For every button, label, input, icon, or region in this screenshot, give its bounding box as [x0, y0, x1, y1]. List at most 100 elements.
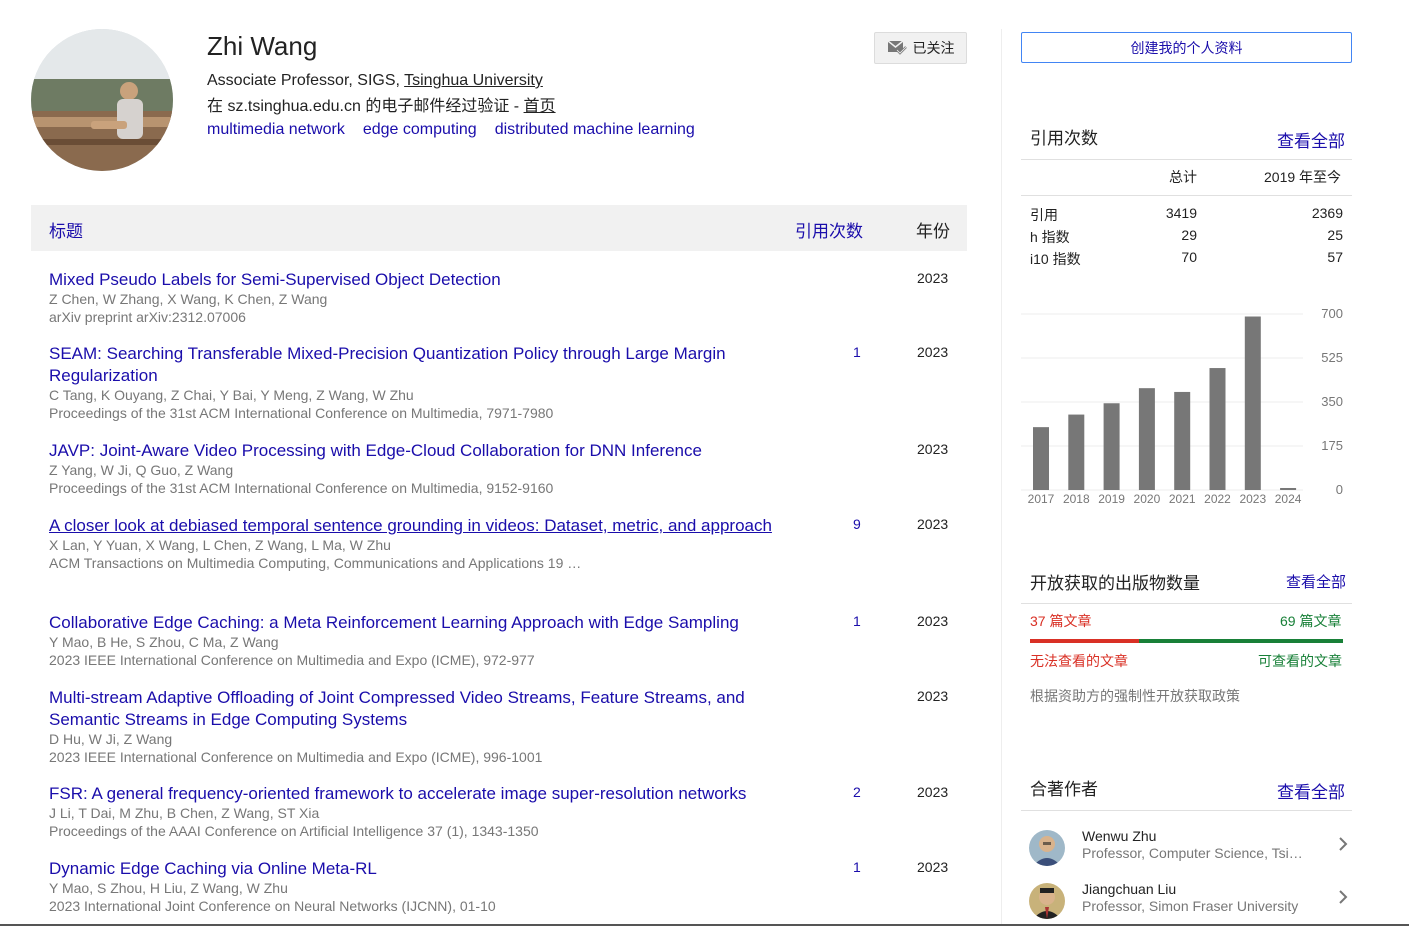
coauthor-affiliation: Professor, Simon Fraser University: [1082, 898, 1299, 914]
verified-email-text: 在 sz.tsinghua.edu.cn 的电子邮件经过验证 -: [207, 98, 524, 115]
article-title-link[interactable]: JAVP: Joint-Aware Video Processing with …: [49, 440, 779, 462]
chart-x-tick-label: 2018: [1063, 492, 1090, 506]
article-title-link[interactable]: SEAM: Searching Transferable Mixed-Preci…: [49, 343, 779, 387]
article-venue: 2023 International Joint Conference on N…: [49, 897, 496, 914]
article-authors: J Li, T Dai, M Zhu, B Chen, Z Wang, ST X…: [49, 805, 320, 821]
i10-index-total: 70: [1181, 249, 1197, 265]
coauthors-heading: 合著作者: [1030, 780, 1098, 799]
article-title-link[interactable]: Dynamic Edge Caching via Online Meta-RL: [49, 858, 779, 880]
article-cites-link[interactable]: 1: [853, 613, 861, 629]
coauthor-name: Jiangchuan Liu: [1082, 881, 1177, 897]
coauthors-view-all-link[interactable]: 查看全部: [1277, 778, 1345, 803]
coauthor-item[interactable]: Jiangchuan Liu Professor, Simon Fraser U…: [1021, 881, 1352, 926]
article-authors: X Lan, Y Yuan, X Wang, L Chen, Z Wang, L…: [49, 537, 391, 553]
article-row: JAVP: Joint-Aware Video Processing with …: [49, 440, 967, 497]
article-title-link[interactable]: Collaborative Edge Caching: a Meta Reinf…: [49, 612, 809, 634]
chart-y-tick-label: 350: [1321, 394, 1343, 409]
unavailable-articles-count[interactable]: 37 篇文章: [1030, 611, 1091, 631]
verified-email: 在 sz.tsinghua.edu.cn 的电子邮件经过验证 - 首页: [207, 92, 556, 116]
article-year: 2023: [917, 270, 949, 286]
citations-per-year-chart: 700 525 350 175 0 2017 2018 2019 2020 2021 2022 202…: [1021, 306, 1343, 506]
article-row: FSR: A general frequency-oriented framew…: [49, 783, 967, 840]
sort-by-citations[interactable]: 引用次数: [795, 217, 863, 242]
chart-bar-2017[interactable]: [1033, 427, 1049, 490]
profile-photo: [31, 29, 173, 171]
h-index-since: 25: [1327, 227, 1343, 243]
follow-button[interactable]: 已关注: [874, 32, 967, 64]
article-row: A closer look at debiased temporal sente…: [49, 515, 967, 572]
homepage-link[interactable]: 首页: [524, 98, 556, 115]
article-venue: 2023 IEEE International Conference on Mu…: [49, 748, 543, 765]
chart-bar-2022[interactable]: [1209, 368, 1226, 490]
chart-bar-2023[interactable]: [1244, 316, 1261, 490]
chevron-right-icon: [1339, 890, 1348, 904]
chart-y-tick-label: 525: [1321, 350, 1343, 365]
interest-link[interactable]: distributed machine learning: [495, 121, 695, 139]
citations-view-all-link[interactable]: 查看全部: [1277, 127, 1345, 152]
chart-y-tick-label: 175: [1321, 438, 1343, 453]
mandate-policy-text: 根据资助方的强制性开放获取政策: [1030, 688, 1240, 704]
interest-link[interactable]: multimedia network: [207, 121, 345, 139]
article-venue: ACM Transactions on Multimedia Computing…: [49, 554, 582, 571]
follow-label: 已关注: [912, 40, 955, 56]
h-index-label: h 指数: [1030, 229, 1070, 245]
chart-y-tick-label: 0: [1336, 482, 1343, 497]
article-authors: Z Chen, W Zhang, X Wang, K Chen, Z Wang: [49, 291, 328, 307]
available-bar-segment: [1139, 639, 1343, 643]
divider: [1021, 810, 1352, 811]
article-venue: Proceedings of the AAAI Conference on Ar…: [49, 822, 539, 839]
interest-link[interactable]: edge computing: [363, 121, 477, 139]
coauthor-avatar: [1029, 830, 1065, 866]
coauthor-affiliation: Professor, Computer Science, Tsinghua Un…: [1082, 845, 1310, 861]
article-year: 2023: [917, 441, 949, 457]
chart-y-tick-label: 700: [1321, 306, 1343, 321]
sort-by-year[interactable]: 年份: [916, 217, 950, 242]
article-authors: Z Yang, W Ji, Q Guo, Z Wang: [49, 462, 234, 478]
citations-total: 3419: [1165, 205, 1197, 221]
sort-by-title[interactable]: 标题: [49, 217, 83, 242]
chart-x-tick-label: 2022: [1204, 492, 1231, 506]
article-year: 2023: [917, 688, 949, 704]
article-cites-link[interactable]: 1: [853, 859, 861, 875]
envelope-check-icon: [887, 39, 907, 58]
chart-bar-2018[interactable]: [1068, 414, 1085, 490]
article-cites-link[interactable]: 2: [853, 784, 861, 800]
article-year: 2023: [917, 784, 949, 800]
create-profile-button[interactable]: 创建我的个人资料: [1021, 32, 1352, 63]
article-title-link[interactable]: Mixed Pseudo Labels for Semi-Supervised …: [49, 269, 779, 291]
article-title-link[interactable]: A closer look at debiased temporal sente…: [49, 515, 779, 537]
article-authors: Y Mao, B He, S Zhou, C Ma, Z Wang: [49, 634, 279, 650]
affiliation-link[interactable]: Tsinghua University: [404, 72, 543, 89]
article-title-link[interactable]: Multi-stream Adaptive Offloading of Join…: [49, 687, 779, 731]
article-row: Multi-stream Adaptive Offloading of Join…: [49, 687, 967, 766]
chart-x-tick-label: 2024: [1275, 492, 1302, 506]
coauthor-name: Wenwu Zhu: [1082, 828, 1157, 844]
available-articles-count[interactable]: 69 篇文章: [1280, 611, 1341, 631]
article-cites-link[interactable]: 9: [853, 516, 861, 532]
divider: [1021, 159, 1352, 160]
chart-bar-2020[interactable]: [1138, 388, 1155, 490]
article-authors: C Tang, K Ouyang, Z Chai, Y Bai, Y Meng,…: [49, 387, 414, 403]
article-title-link[interactable]: FSR: A general frequency-oriented framew…: [49, 783, 809, 805]
citations-since: 2369: [1311, 205, 1343, 221]
divider: [1021, 195, 1352, 196]
open-access-view-all-link[interactable]: 查看全部: [1286, 571, 1346, 592]
citations-heading: 引用次数: [1030, 129, 1098, 148]
chart-x-tick-label: 2021: [1169, 492, 1196, 506]
i10-index-since: 57: [1327, 249, 1343, 265]
chart-bar-2019[interactable]: [1103, 403, 1120, 490]
open-access-heading: 开放获取的出版物数量: [1030, 574, 1200, 593]
chevron-right-icon: [1339, 837, 1348, 851]
article-cites-link[interactable]: 1: [853, 344, 861, 360]
article-year: 2023: [917, 613, 949, 629]
article-venue: Proceedings of the 31st ACM Internationa…: [49, 404, 554, 421]
article-year: 2023: [917, 859, 949, 875]
coauthor-avatar: [1029, 883, 1065, 919]
coauthor-item[interactable]: Wenwu Zhu Professor, Computer Science, T…: [1021, 828, 1352, 874]
available-label: 可查看的文章: [1258, 653, 1342, 669]
chart-bar-2024[interactable]: [1280, 487, 1297, 490]
divider: [1021, 603, 1352, 604]
col-total-header: 总计: [1169, 169, 1197, 185]
open-access-ratio-bar: [1030, 639, 1343, 643]
chart-bar-2021[interactable]: [1174, 391, 1191, 490]
